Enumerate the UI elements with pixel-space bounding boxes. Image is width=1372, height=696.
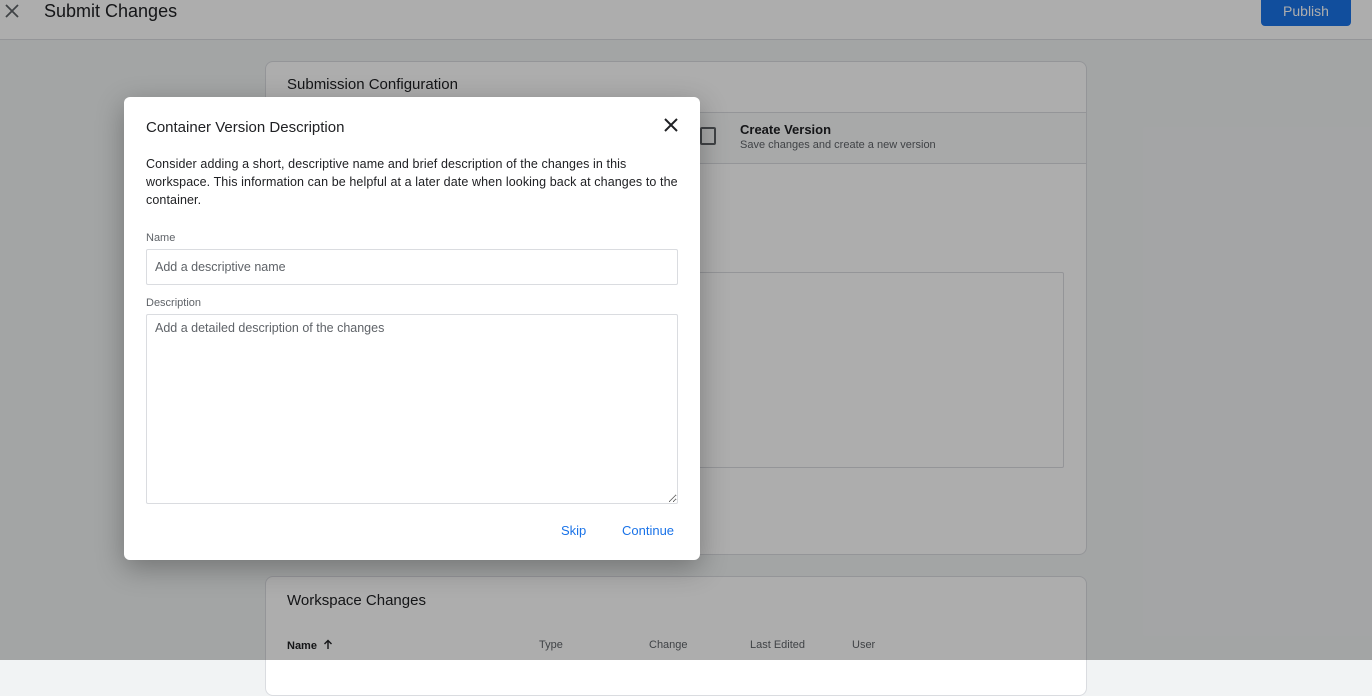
container-version-description-dialog: Container Version Description Consider a… xyxy=(124,97,700,560)
description-textarea[interactable] xyxy=(146,314,678,504)
continue-button[interactable]: Continue xyxy=(622,523,674,538)
dialog-description: Consider adding a short, descriptive nam… xyxy=(146,157,678,207)
close-icon[interactable] xyxy=(661,115,681,135)
name-input[interactable] xyxy=(146,249,678,285)
description-label: Description xyxy=(146,297,202,309)
name-label: Name xyxy=(146,232,176,244)
dialog-title: Container Version Description xyxy=(146,119,345,136)
skip-button[interactable]: Skip xyxy=(561,523,586,538)
